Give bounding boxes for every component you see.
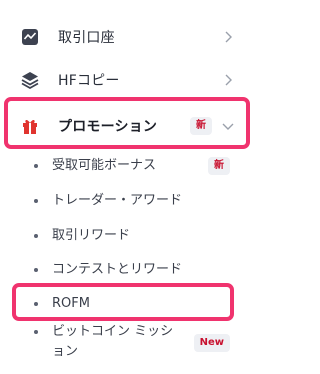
submenu-item-label: ビットコイン ミッシ ョン <box>52 322 173 362</box>
submenu-item-label: トレーダー・アワード <box>52 193 183 208</box>
bullet-icon <box>34 330 38 334</box>
bullet-icon <box>34 199 38 203</box>
submenu-item-label-line1: ビットコイン ミッシ <box>52 324 174 339</box>
submenu-item-rofm[interactable]: ROFM <box>0 287 250 321</box>
bullet-icon <box>34 302 38 306</box>
submenu-item-contest-reward[interactable]: コンテストとリワード <box>0 253 250 287</box>
submenu-item-bitcoin-mission[interactable]: ビットコイン ミッシ ョン New <box>0 322 250 362</box>
chart-line-icon <box>20 27 40 47</box>
bullet-icon <box>34 234 38 238</box>
menu-item-label: HFコピー <box>58 73 120 89</box>
submenu-item-trader-award[interactable]: トレーダー・アワード <box>0 184 250 218</box>
bullet-icon <box>34 268 38 272</box>
new-badge: 新 <box>190 117 212 135</box>
layers-icon <box>20 70 40 90</box>
chevron-right-icon <box>220 72 236 88</box>
menu-item-label: 取引口座 <box>58 30 115 46</box>
chevron-down-icon <box>220 118 236 134</box>
submenu-item-receivable-bonus[interactable]: 受取可能ボーナス 新 <box>0 149 250 183</box>
new-badge: New <box>193 334 230 352</box>
menu-item-promotion[interactable]: プロモーション 新 <box>0 104 250 148</box>
sidebar-menu: 取引口座 HFコピー プロモーション 新 受取可能ボーナス 新 トレーダー・アワ… <box>0 0 263 374</box>
submenu-item-label: 取引リワード <box>52 228 131 243</box>
chevron-right-icon <box>220 29 236 45</box>
menu-item-trading-accounts[interactable]: 取引口座 <box>0 15 250 59</box>
menu-item-label: プロモーション <box>58 119 158 135</box>
submenu-item-trading-reward[interactable]: 取引リワード <box>0 219 250 253</box>
menu-item-hf-copy[interactable]: HFコピー <box>0 58 250 102</box>
bullet-icon <box>34 164 38 168</box>
submenu-item-label: コンテストとリワード <box>52 262 183 277</box>
submenu-item-label-line2: ョン <box>52 344 79 359</box>
submenu-item-label: ROFM <box>52 296 90 311</box>
gift-icon <box>20 116 40 136</box>
new-badge: 新 <box>208 157 230 175</box>
submenu-item-label: 受取可能ボーナス <box>52 158 157 173</box>
